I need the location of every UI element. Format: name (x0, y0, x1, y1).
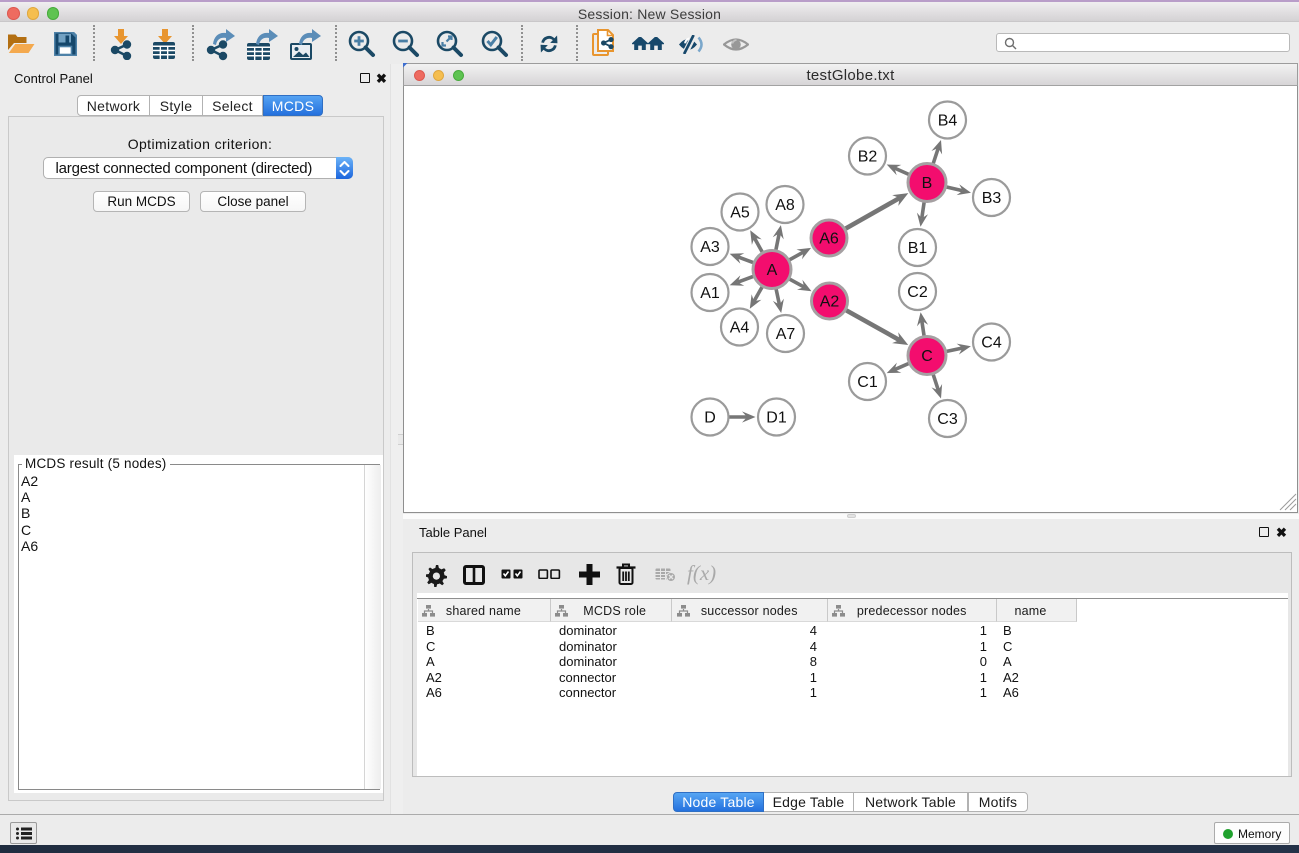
svg-text:C2: C2 (907, 284, 928, 301)
svg-text:A7: A7 (776, 326, 796, 343)
svg-text:A3: A3 (700, 239, 720, 256)
svg-text:D: D (704, 410, 716, 427)
svg-text:A2: A2 (820, 294, 840, 311)
svg-text:A6: A6 (819, 231, 839, 248)
svg-text:C4: C4 (981, 335, 1002, 352)
svg-text:A5: A5 (730, 205, 750, 222)
svg-text:B: B (922, 175, 933, 192)
svg-text:A: A (767, 262, 778, 279)
svg-text:C1: C1 (857, 374, 878, 391)
svg-text:A1: A1 (700, 285, 720, 302)
svg-text:C3: C3 (937, 411, 958, 428)
svg-text:B2: B2 (858, 149, 878, 166)
svg-text:D1: D1 (766, 410, 787, 427)
svg-text:B1: B1 (908, 240, 928, 257)
svg-text:C: C (921, 348, 933, 365)
svg-text:B4: B4 (938, 113, 958, 130)
svg-text:A8: A8 (775, 197, 795, 214)
svg-text:A4: A4 (730, 320, 750, 337)
svg-text:B3: B3 (982, 190, 1002, 207)
